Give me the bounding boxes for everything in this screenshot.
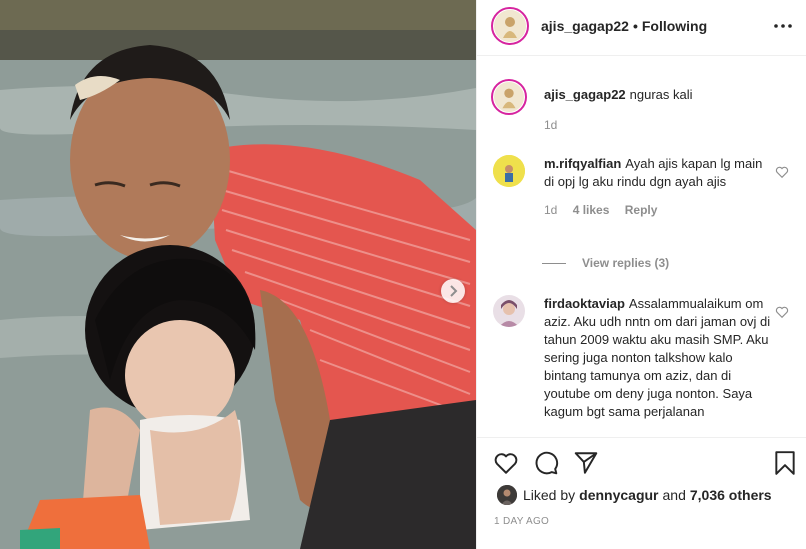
- caption-time[interactable]: 1d: [544, 118, 557, 132]
- bookmark-icon[interactable]: [772, 450, 798, 476]
- caption-text: nguras kali: [629, 87, 693, 102]
- commenter-avatar-image: [493, 155, 525, 187]
- comment-icon[interactable]: [533, 450, 559, 476]
- liker-avatar[interactable]: [497, 485, 517, 505]
- post-details-panel: ajis_gagap22 • Following ajis_gagap22 ngura…: [476, 0, 806, 549]
- post-actions: Liked by dennycagur and 7,036 others 1 D…: [477, 437, 806, 549]
- comments-section: ajis_gagap22 nguras kali 1d m.rifqyalfian…: [477, 57, 806, 437]
- comment-text: Assalammualaikum om aziz. Aku udh nntn o…: [544, 296, 771, 419]
- liked-by-line: Liked by dennycagur and 7,036 others: [497, 485, 776, 505]
- following-button[interactable]: Following: [642, 18, 707, 34]
- more-options-button[interactable]: [771, 14, 795, 38]
- comment-heart-icon[interactable]: [775, 305, 789, 319]
- liked-by-and: and: [662, 487, 686, 503]
- post-header: ajis_gagap22 • Following: [477, 0, 806, 56]
- view-replies-button[interactable]: View replies (3): [542, 256, 669, 270]
- commenter-username[interactable]: firdaoktaviap: [544, 296, 625, 311]
- comment-likes[interactable]: 4 likes: [573, 203, 610, 217]
- liked-by-user[interactable]: dennycagur: [579, 487, 658, 503]
- more-horizontal-icon: [774, 24, 792, 28]
- author-avatar-image: [494, 10, 526, 42]
- heart-icon[interactable]: [493, 450, 519, 476]
- commenter-username[interactable]: m.rifqyalfian: [544, 156, 621, 171]
- caption-username[interactable]: ajis_gagap22: [544, 87, 626, 102]
- commenter-avatar-image: [493, 295, 525, 327]
- liker-avatar-image: [497, 485, 517, 505]
- author-avatar[interactable]: [491, 7, 529, 45]
- liked-by-prefix: Liked by: [523, 487, 576, 503]
- send-icon[interactable]: [573, 450, 599, 476]
- post-photo: [0, 0, 476, 549]
- liked-by-others[interactable]: 7,036 others: [690, 487, 772, 503]
- comment-heart-icon[interactable]: [775, 165, 789, 179]
- reply-button[interactable]: Reply: [625, 203, 658, 217]
- caption-avatar-image: [494, 82, 524, 112]
- author-username[interactable]: ajis_gagap22: [541, 18, 629, 34]
- separator-dot: •: [632, 18, 638, 34]
- photo-illustration: [0, 0, 476, 549]
- comment-time[interactable]: 1d: [544, 203, 557, 217]
- chevron-right-icon: [450, 285, 458, 297]
- commenter-avatar[interactable]: [493, 295, 525, 327]
- commenter-avatar[interactable]: [493, 155, 525, 187]
- caption-avatar[interactable]: [491, 79, 527, 115]
- post-timestamp[interactable]: 1 DAY AGO: [494, 516, 549, 527]
- next-photo-button[interactable]: [441, 279, 465, 303]
- replies-divider: [542, 262, 566, 264]
- view-replies-label: View replies (3): [582, 256, 670, 270]
